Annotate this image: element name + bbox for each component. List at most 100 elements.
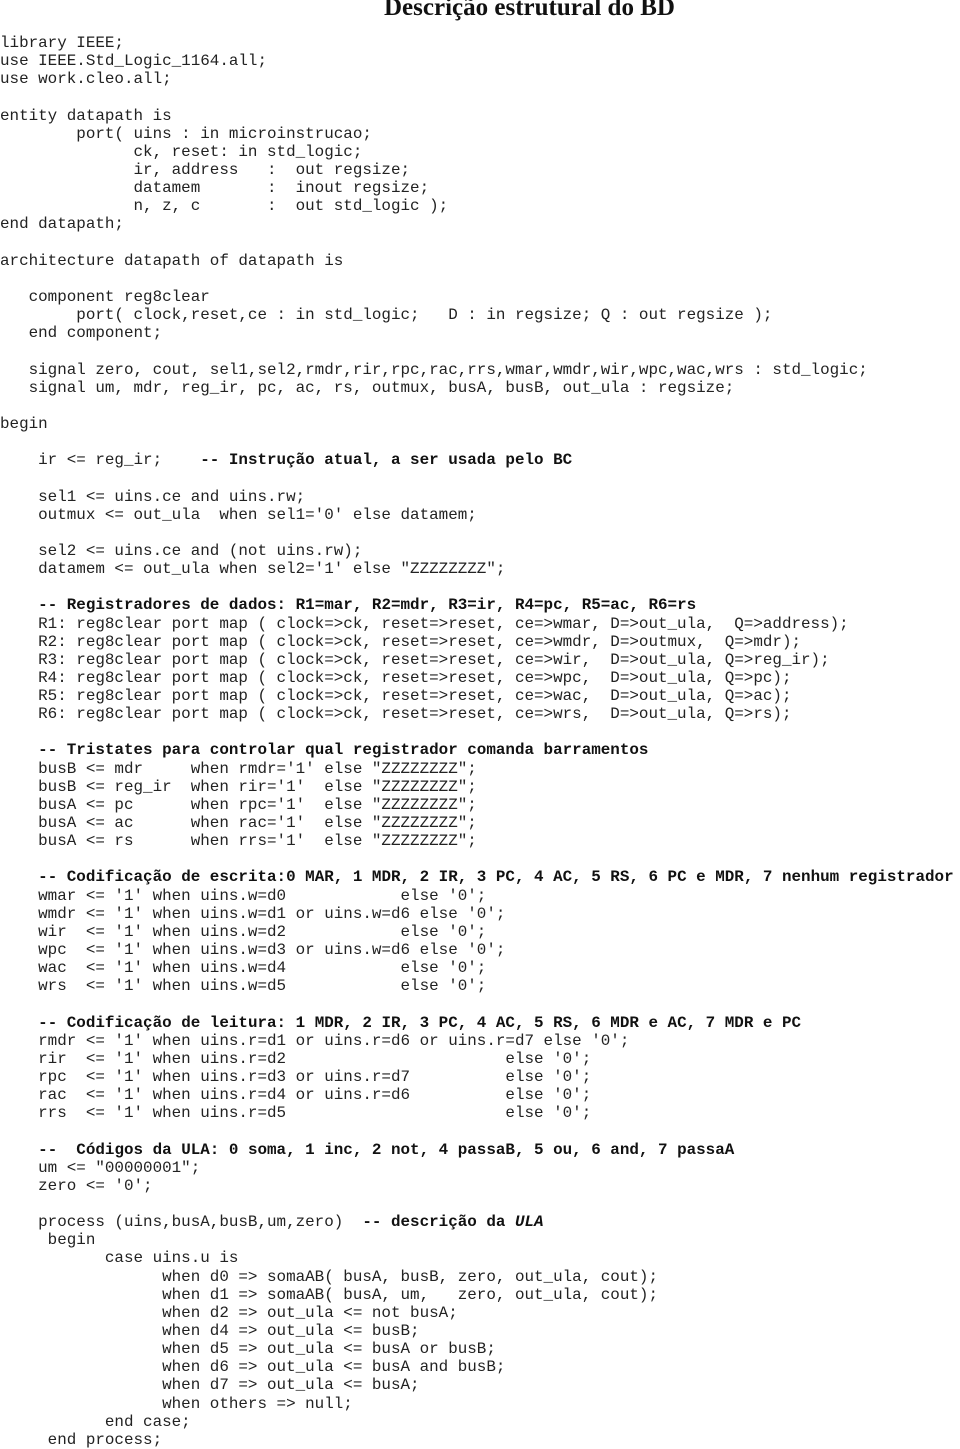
code-line: zero <= '0'; — [0, 1177, 954, 1195]
code-comment: -- Codificação de escrita:0 MAR, 1 MDR, … — [38, 868, 954, 887]
code-text: signal zero, cout, sel1,sel2,rmdr,rir,rp… — [0, 360, 868, 379]
code-line: wir <= '1' when uins.w=d2 else '0'; — [0, 923, 954, 941]
code-line: entity datapath is — [0, 107, 954, 125]
code-text: library IEEE; — [0, 34, 124, 52]
code-text: end process; — [0, 1430, 163, 1449]
code-line-with-comment: -- Registradores de dados: R1=mar, R2=md… — [0, 596, 954, 614]
code-text: process (uins,busA,busB,um,zero) — [0, 1213, 363, 1232]
code-line-with-comment: process (uins,busA,busB,um,zero) -- desc… — [0, 1213, 954, 1231]
code-comment: -- Codificação de leitura: 1 MDR, 2 IR, … — [38, 1013, 802, 1032]
code-line: ir, address : out regsize; — [0, 161, 954, 179]
code-line: when d0 => somaAB( busA, busB, zero, out… — [0, 1268, 954, 1286]
code-text: datamem : inout regsize; — [0, 179, 430, 198]
code-text: busA <= rs when rrs='1' else "ZZZZZZZZ"; — [0, 832, 477, 851]
code-text: when d7 => out_ula <= busA; — [0, 1376, 420, 1395]
code-line: wrs <= '1' when uins.w=d5 else '0'; — [0, 977, 954, 995]
code-line: end case; — [0, 1413, 954, 1431]
code-line: signal um, mdr, reg_ir, pc, ac, rs, outm… — [0, 379, 954, 397]
code-text: busA <= ac when rac='1' else "ZZZZZZZZ"; — [0, 814, 477, 833]
code-text: rmdr <= '1' when uins.r=d1 or uins.r=d6 … — [0, 1031, 630, 1050]
code-line: datamem : inout regsize; — [0, 179, 954, 197]
code-line: when d4 => out_ula <= busB; — [0, 1322, 954, 1340]
code-line: wpc <= '1' when uins.w=d3 or uins.w=d6 e… — [0, 941, 954, 959]
code-text: begin — [0, 1231, 96, 1250]
code-text: entity datapath is — [0, 106, 172, 125]
code-text: when d6 => out_ula <= busA and busB; — [0, 1358, 506, 1377]
code-text: rac <= '1' when uins.r=d4 or uins.r=d6 e… — [0, 1086, 592, 1105]
code-line: rir <= '1' when uins.r=d2 else '0'; — [0, 1050, 954, 1068]
code-line: wmar <= '1' when uins.w=d0 else '0'; — [0, 887, 954, 905]
code-text: when d0 => somaAB( busA, busB, zero, out… — [0, 1267, 658, 1286]
code-text: signal um, mdr, reg_ir, pc, ac, rs, outm… — [0, 378, 735, 397]
code-line: when d2 => out_ula <= not busA; — [0, 1304, 954, 1322]
code-line: when d5 => out_ula <= busA or busB; — [0, 1340, 954, 1358]
code-line: end datapath; — [0, 215, 954, 233]
code-text: begin — [0, 414, 48, 433]
code-text: rrs <= '1' when uins.r=d5 else '0'; — [0, 1104, 592, 1123]
code-line-with-comment: -- Codificação de escrita:0 MAR, 1 MDR, … — [0, 868, 954, 887]
code-line: when d7 => out_ula <= busA; — [0, 1376, 954, 1394]
code-line: R5: reg8clear port map ( clock=>ck, rese… — [0, 687, 954, 705]
code-line: R2: reg8clear port map ( clock=>ck, rese… — [0, 633, 954, 651]
code-line: rpc <= '1' when uins.r=d3 or uins.r=d7 e… — [0, 1068, 954, 1086]
code-text: end datapath; — [0, 215, 124, 234]
code-text: wmdr <= '1' when uins.w=d1 or uins.w=d6 … — [0, 904, 506, 923]
code-text: datamem <= out_ula when sel2='1' else "Z… — [0, 560, 506, 579]
code-line-with-comment: -- Codificação de leitura: 1 MDR, 2 IR, … — [0, 1014, 954, 1032]
code-text: R5: reg8clear port map ( clock=>ck, rese… — [0, 687, 792, 706]
code-text: port( uins : in microinstrucao; — [0, 124, 372, 143]
code-line: ck, reset: in std_logic; — [0, 143, 954, 161]
page-title: Descrição estrutural do BD — [384, 0, 675, 21]
code-line: rac <= '1' when uins.r=d4 or uins.r=d6 e… — [0, 1086, 954, 1104]
code-text: R3: reg8clear port map ( clock=>ck, rese… — [0, 650, 830, 669]
code-line: wac <= '1' when uins.w=d4 else '0'; — [0, 959, 954, 977]
code-line: use work.cleo.all; — [0, 70, 954, 88]
code-line: R6: reg8clear port map ( clock=>ck, rese… — [0, 705, 954, 723]
code-line: um <= "00000001"; — [0, 1159, 954, 1177]
code-text: ir <= reg_ir; — [0, 451, 201, 470]
code-text: rpc <= '1' when uins.r=d3 or uins.r=d7 e… — [0, 1068, 592, 1087]
code-comment: -- Instrução atual, a ser usada pelo BC — [200, 451, 573, 470]
code-line: busB <= mdr when rmdr='1' else "ZZZZZZZZ… — [0, 760, 954, 778]
code-line: when d1 => somaAB( busA, um, zero, out_u… — [0, 1286, 954, 1304]
code-text: component reg8clear — [0, 287, 210, 306]
code-text: ir, address : out regsize; — [0, 160, 411, 179]
code-text: busA <= pc when rpc='1' else "ZZZZZZZZ"; — [0, 795, 477, 814]
code-text: um <= "00000001"; — [0, 1158, 201, 1177]
code-line: busB <= reg_ir when rir='1' else "ZZZZZZ… — [0, 778, 954, 796]
code-text: end case; — [0, 1412, 191, 1431]
code-line: when others => null; — [0, 1395, 954, 1413]
code-text: wac <= '1' when uins.w=d4 else '0'; — [0, 959, 487, 978]
code-line-with-comment: -- Códigos da ULA: 0 soma, 1 inc, 2 not,… — [0, 1141, 954, 1159]
code-line: library IEEE; — [0, 34, 954, 52]
code-text: sel1 <= uins.ce and uins.rw; — [0, 487, 306, 506]
code-text: R6: reg8clear port map ( clock=>ck, rese… — [0, 705, 792, 724]
code-line: sel2 <= uins.ce and (not uins.rw); — [0, 542, 954, 560]
code-text: wpc <= '1' when uins.w=d3 or uins.w=d6 e… — [0, 941, 506, 960]
code-line: busA <= ac when rac='1' else "ZZZZZZZZ"; — [0, 814, 954, 832]
code-text: when d1 => somaAB( busA, um, zero, out_u… — [0, 1285, 658, 1304]
code-line: busA <= rs when rrs='1' else "ZZZZZZZZ"; — [0, 832, 954, 850]
code-line: signal zero, cout, sel1,sel2,rmdr,rir,rp… — [0, 361, 954, 379]
code-text: use IEEE.Std_Logic_1164.all; — [0, 52, 268, 71]
code-text: use work.cleo.all; — [0, 70, 172, 89]
code-comment: -- Tristates para controlar qual registr… — [38, 741, 649, 760]
code-comment-emphasis: ULA — [514, 1213, 544, 1232]
code-line: rrs <= '1' when uins.r=d5 else '0'; — [0, 1104, 954, 1122]
code-text: rir <= '1' when uins.r=d2 else '0'; — [0, 1049, 592, 1068]
code-line: datamem <= out_ula when sel2='1' else "Z… — [0, 560, 954, 578]
code-text: wmar <= '1' when uins.w=d0 else '0'; — [0, 886, 487, 905]
code-text: end component; — [0, 324, 163, 343]
